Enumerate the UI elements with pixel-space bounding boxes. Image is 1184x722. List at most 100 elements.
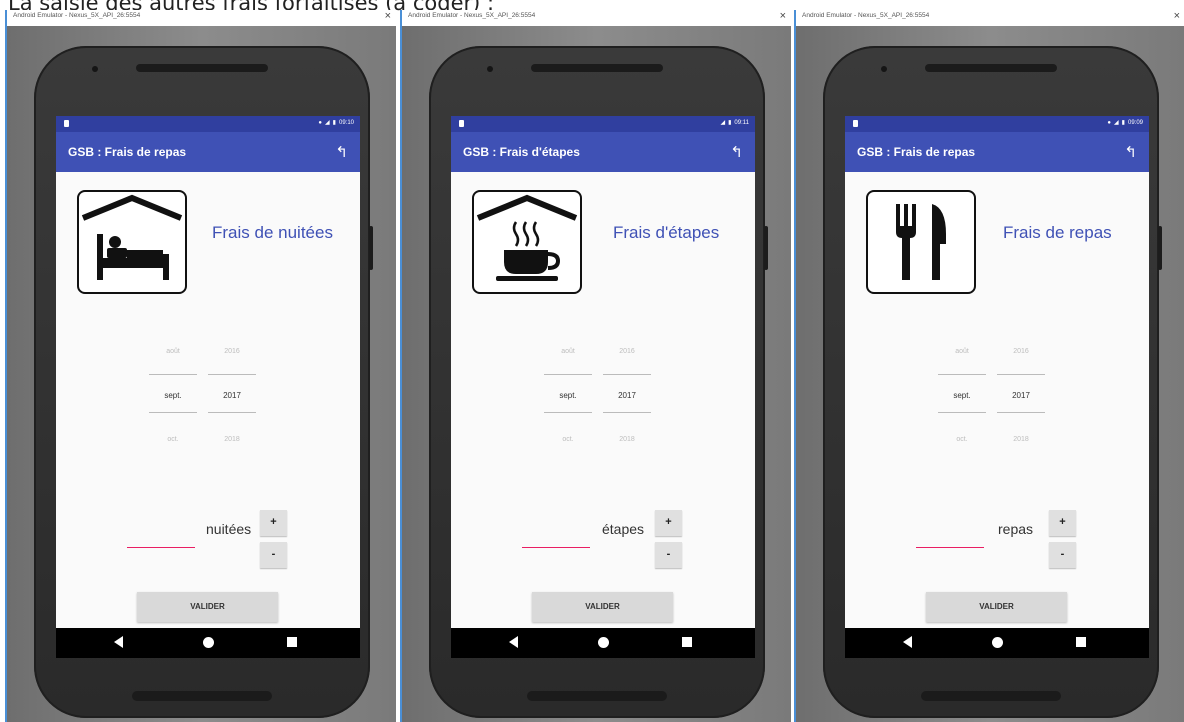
year-selected[interactable]: 2017 [209,391,255,400]
picker-divider [208,412,256,413]
year-prev[interactable]: 2016 [998,348,1044,355]
month-next[interactable]: oct. [545,436,591,443]
location-icon: ● [1107,120,1112,126]
nav-bar [451,628,755,658]
plus-button[interactable]: + [1049,510,1076,536]
nav-home-icon[interactable] [992,637,1003,648]
validate-button[interactable]: VALIDER [137,592,278,622]
nav-recents-icon[interactable] [1076,637,1086,647]
picker-divider [149,374,197,375]
picker-divider [603,412,651,413]
top-speaker [531,64,663,72]
bottom-speaker [132,691,272,701]
status-clock: 09:10 [338,120,354,126]
plus-button[interactable]: + [655,510,682,536]
emulator-background: ● ◢ ▮ 09:10 GSB : Frais de repas ↰ Frais… [7,26,396,722]
year-next[interactable]: 2018 [998,436,1044,443]
status-clock: 09:11 [734,120,749,126]
nav-back-icon[interactable] [903,636,912,648]
nav-bar [56,628,360,658]
plus-button[interactable]: + [260,510,287,536]
month-prev[interactable]: août [939,348,985,355]
nav-back-icon[interactable] [114,636,123,648]
minus-button[interactable]: - [1049,542,1076,568]
emulator-background: ◢ ▮ 09:11 GSB : Frais d'étapes ↰ Frais d… [402,26,791,722]
battery-icon: ▮ [728,120,732,126]
power-button[interactable] [764,226,768,270]
quantity-unit: nuitées [206,521,252,537]
year-prev[interactable]: 2016 [604,348,650,355]
year-selected[interactable]: 2017 [604,391,650,400]
top-speaker [136,64,268,72]
emulator-title: Android Emulator - Nexus_5X_API_26:5554 [13,12,141,19]
nav-home-icon[interactable] [203,637,214,648]
sd-card-icon [64,120,69,127]
month-selected[interactable]: sept. [545,391,591,400]
top-speaker [925,64,1057,72]
status-bar: ● ◢ ▮ 09:10 [56,116,360,132]
year-next[interactable]: 2018 [604,436,650,443]
power-button[interactable] [369,226,373,270]
app-title: GSB : Frais de repas [68,145,187,159]
emulator-window-etapes: Android Emulator - Nexus_5X_API_26:5554 … [400,10,791,722]
nav-back-icon[interactable] [509,636,518,648]
signal-icon: ◢ [325,120,330,126]
minus-button[interactable]: - [655,542,682,568]
picker-divider [208,374,256,375]
emulator-window-nuitees: Android Emulator - Nexus_5X_API_26:5554 … [5,10,396,722]
minus-button[interactable]: - [260,542,287,568]
camera-icon [92,66,98,72]
bed-icon [77,190,187,294]
quantity-input[interactable] [522,528,590,548]
app-bar: GSB : Frais d'étapes ↰ [451,132,755,172]
app-title: GSB : Frais de repas [857,145,976,159]
month-selected[interactable]: sept. [939,391,985,400]
validate-button[interactable]: VALIDER [926,592,1067,622]
phone-frame: ● ◢ ▮ 09:09 GSB : Frais de repas ↰ Frais de [823,46,1162,718]
year-prev[interactable]: 2016 [209,348,255,355]
location-icon: ● [318,120,323,126]
camera-icon [881,66,887,72]
quantity-unit: étapes [602,521,645,537]
sd-card-icon [853,120,858,127]
category-label: Frais de repas [1003,223,1112,242]
reply-back-icon[interactable]: ↰ [730,143,743,161]
month-next[interactable]: oct. [150,436,196,443]
year-next[interactable]: 2018 [209,436,255,443]
emulator-title: Android Emulator - Nexus_5X_API_26:5554 [802,12,930,19]
emulator-title: Android Emulator - Nexus_5X_API_26:5554 [408,12,536,19]
month-prev[interactable]: août [150,348,196,355]
category-label: Frais d'étapes [613,223,720,242]
year-selected[interactable]: 2017 [998,391,1044,400]
phone-screen: ● ◢ ▮ 09:09 GSB : Frais de repas ↰ Frais de [845,116,1149,658]
fork-knife-icon [866,190,976,294]
status-clock: 09:09 [1127,120,1143,126]
nav-home-icon[interactable] [598,637,609,648]
picker-divider [997,412,1045,413]
month-prev[interactable]: août [545,348,591,355]
reply-back-icon[interactable]: ↰ [335,143,348,161]
month-selected[interactable]: sept. [150,391,196,400]
picker-divider [544,412,592,413]
month-next[interactable]: oct. [939,436,985,443]
quantity-input[interactable] [127,528,195,548]
power-button[interactable] [1158,226,1162,270]
app-bar: GSB : Frais de repas ↰ [56,132,360,172]
picker-divider [938,412,986,413]
battery-icon: ▮ [1121,120,1125,126]
close-icon[interactable]: × [385,10,391,22]
close-icon[interactable]: × [780,10,786,22]
nav-recents-icon[interactable] [287,637,297,647]
nav-recents-icon[interactable] [682,637,692,647]
validate-button[interactable]: VALIDER [532,592,673,622]
app-bar: GSB : Frais de repas ↰ [845,132,1149,172]
sd-card-icon [459,120,464,127]
reply-back-icon[interactable]: ↰ [1124,143,1137,161]
bottom-speaker [527,691,667,701]
close-icon[interactable]: × [1174,10,1180,22]
bottom-speaker [921,691,1061,701]
quantity-input[interactable] [916,528,984,548]
signal-icon: ◢ [1114,120,1119,126]
picker-divider [149,412,197,413]
camera-icon [487,66,493,72]
